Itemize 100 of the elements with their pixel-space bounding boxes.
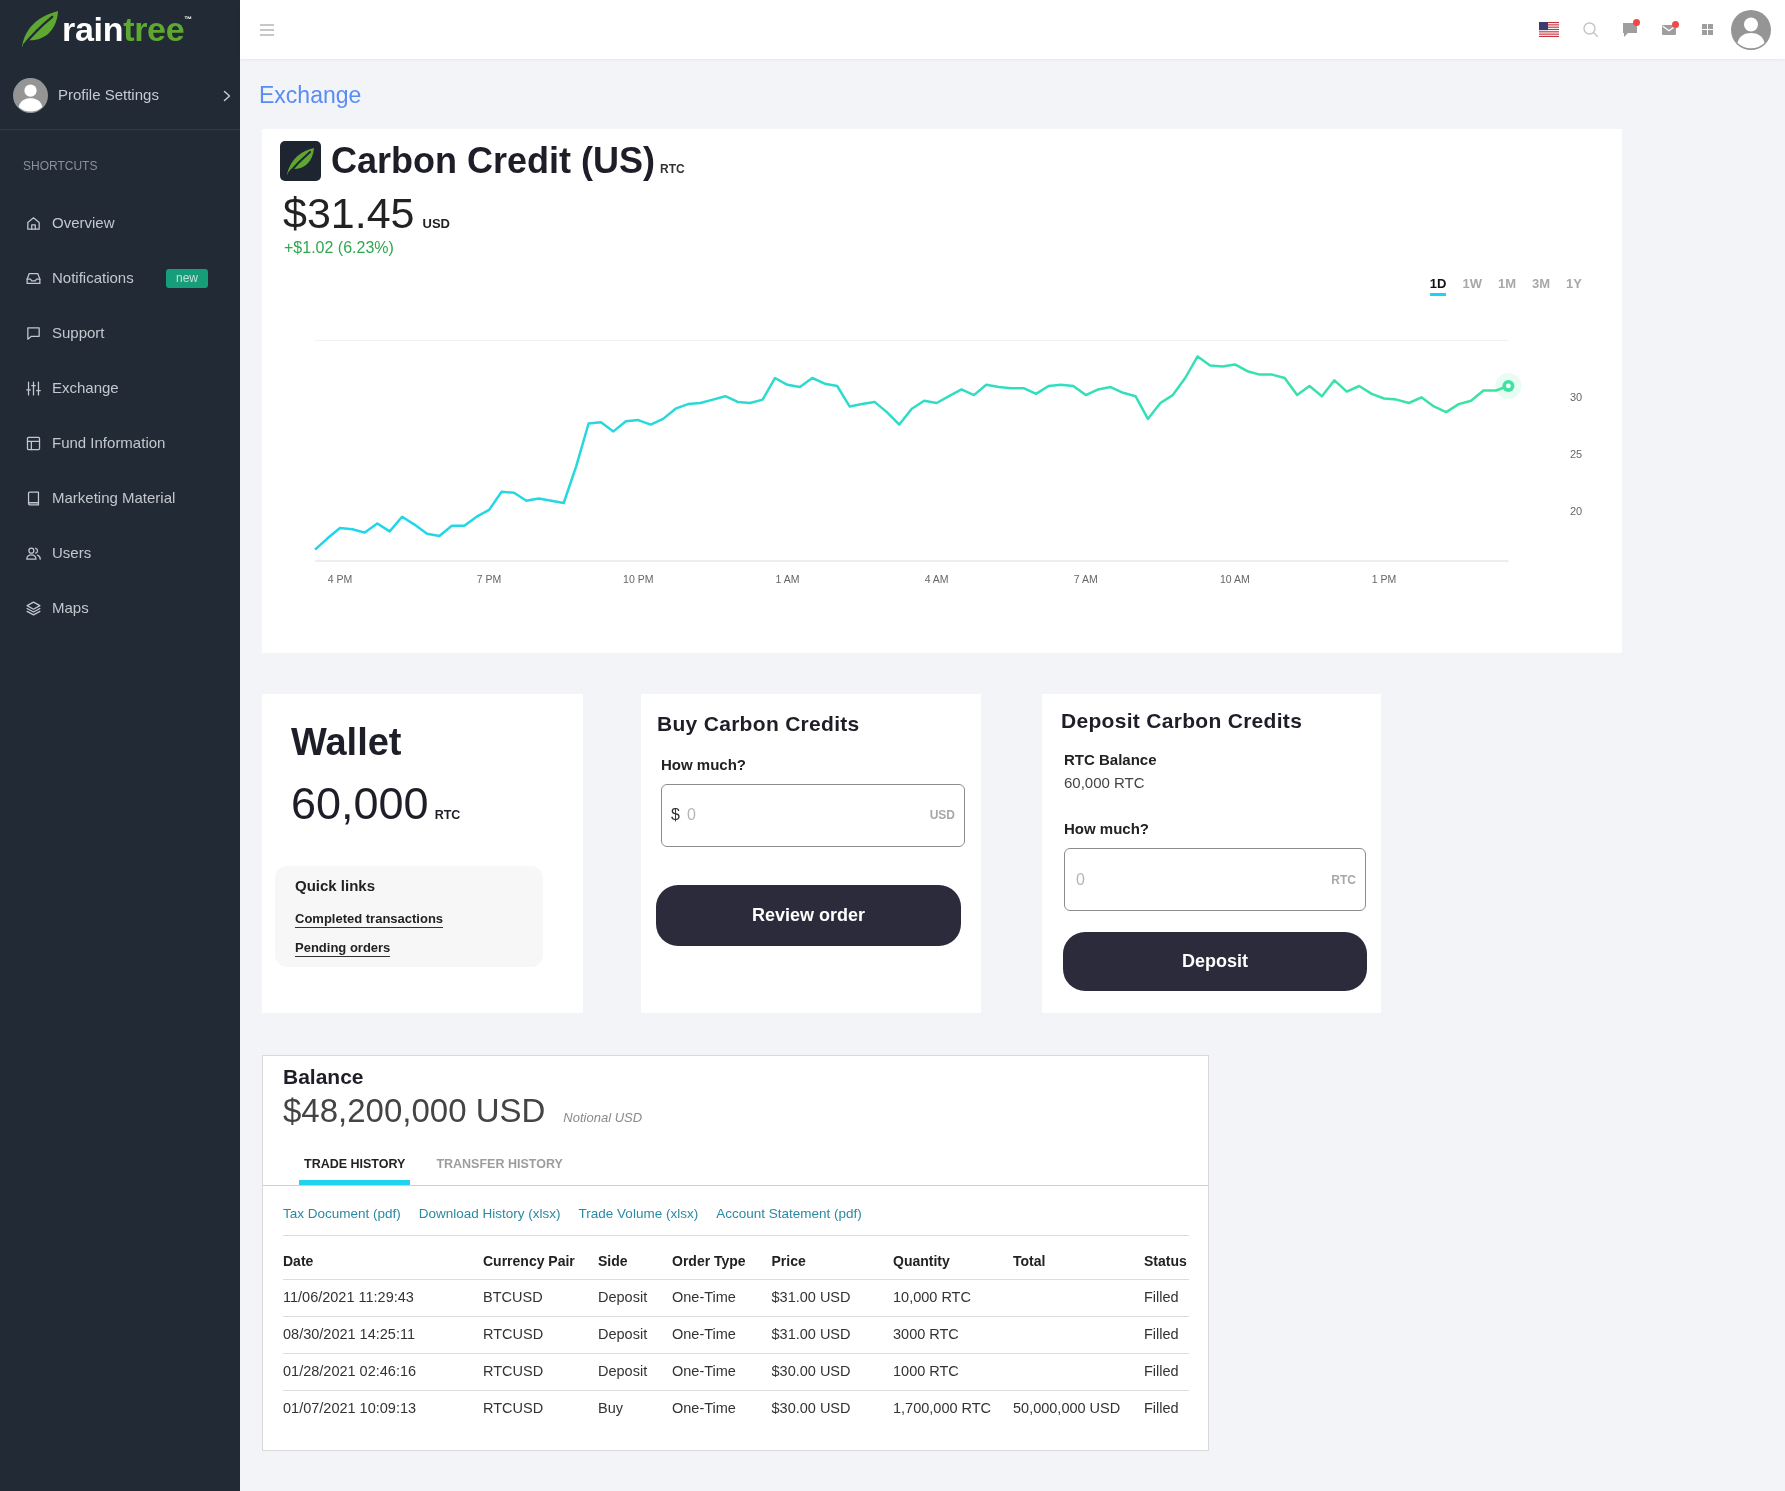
profile-settings-link[interactable]: Profile Settings bbox=[0, 62, 240, 130]
table-cell: One-Time bbox=[672, 1390, 772, 1427]
download-link[interactable]: Download History (xlsx) bbox=[418, 1205, 561, 1222]
history-tab[interactable]: TRADE HISTORY bbox=[299, 1156, 411, 1185]
deposit-title: Deposit Carbon Credits bbox=[1061, 708, 1303, 733]
avatar-icon bbox=[13, 78, 48, 113]
x-axis-label: 4 AM bbox=[924, 572, 949, 585]
sidebar-item[interactable]: Exchange bbox=[0, 361, 240, 416]
x-axis-label: 7 AM bbox=[1073, 572, 1098, 585]
layout-icon bbox=[25, 435, 42, 452]
balance-note: Notional USD bbox=[563, 1108, 643, 1127]
wallet-amount: 60,000 bbox=[291, 778, 429, 829]
table-cell: RTCUSD bbox=[483, 1316, 598, 1353]
x-axis-label: 10 AM bbox=[1220, 572, 1250, 585]
table-cell: 01/28/2021 02:46:16 bbox=[283, 1353, 483, 1390]
download-link[interactable]: Trade Volume (xlsx) bbox=[578, 1205, 699, 1222]
table-cell: One-Time bbox=[672, 1279, 772, 1316]
sidebar-item[interactable]: Fund Information bbox=[0, 416, 240, 471]
asset-symbol: RTC bbox=[660, 161, 685, 178]
leaf-logo-icon bbox=[280, 141, 321, 181]
avatar-icon[interactable] bbox=[1731, 9, 1771, 50]
x-axis-label: 4 PM bbox=[327, 572, 353, 585]
column-header: Order Type bbox=[672, 1235, 772, 1279]
book-icon bbox=[25, 490, 42, 507]
table-cell: Deposit bbox=[598, 1279, 672, 1316]
table-cell: BTCUSD bbox=[483, 1279, 598, 1316]
status-badge: new bbox=[166, 269, 208, 288]
balance-amount: $48,200,000 USD bbox=[283, 1092, 546, 1129]
unit-label: USD bbox=[929, 808, 955, 822]
chat-icon[interactable] bbox=[1623, 22, 1637, 37]
balance-label: RTC Balance bbox=[1064, 751, 1157, 769]
balance-value: 60,000 RTC bbox=[1064, 774, 1145, 792]
table-cell: $30.00 USD bbox=[771, 1353, 893, 1390]
table-cell: Filled bbox=[1144, 1279, 1189, 1316]
table-cell: $30.00 USD bbox=[771, 1390, 893, 1427]
wallet-title: Wallet bbox=[291, 719, 402, 764]
unit-label: RTC bbox=[1331, 872, 1356, 887]
x-axis-label: 10 PM bbox=[623, 572, 654, 585]
amount-label: How much? bbox=[661, 756, 746, 774]
asset-name: Carbon Credit (US) bbox=[331, 143, 655, 179]
quick-link[interactable]: Completed transactions bbox=[295, 910, 444, 928]
wallet-unit: RTC bbox=[434, 806, 461, 824]
flag-icon[interactable] bbox=[1539, 22, 1559, 37]
column-header: Quantity bbox=[893, 1235, 1013, 1279]
column-header: Side bbox=[598, 1235, 672, 1279]
price-change: +$1.02 (6.23%) bbox=[283, 238, 394, 258]
table-cell: 01/07/2021 10:09:13 bbox=[283, 1390, 483, 1427]
home-icon bbox=[25, 215, 42, 232]
mail-icon[interactable] bbox=[1662, 24, 1676, 35]
sidebar-item[interactable]: Marketing Material bbox=[0, 471, 240, 526]
table-cell: 3000 RTC bbox=[893, 1316, 1013, 1353]
last-point-marker bbox=[1495, 372, 1522, 399]
grid-icon[interactable] bbox=[1702, 24, 1713, 35]
sidebar-item[interactable]: Users bbox=[0, 526, 240, 581]
x-axis-label: 1 PM bbox=[1371, 572, 1397, 585]
download-link[interactable]: Account Statement (pdf) bbox=[716, 1205, 862, 1222]
column-header: Total bbox=[1013, 1235, 1144, 1279]
download-link[interactable]: Tax Document (pdf) bbox=[283, 1205, 401, 1222]
table-cell: $31.00 USD bbox=[771, 1279, 893, 1316]
period-tab[interactable]: 1D bbox=[1429, 276, 1447, 296]
table-cell: RTCUSD bbox=[483, 1390, 598, 1427]
sidebar-item[interactable]: Support bbox=[0, 306, 240, 361]
sliders-icon bbox=[25, 380, 42, 397]
page-title: Exchange bbox=[259, 81, 362, 109]
price-unit: USD bbox=[422, 215, 450, 233]
column-header: Currency Pair bbox=[483, 1235, 598, 1279]
table-cell: Buy bbox=[598, 1390, 672, 1427]
buy-title: Buy Carbon Credits bbox=[657, 711, 860, 736]
column-header: Status bbox=[1144, 1235, 1189, 1279]
chevron-right-icon bbox=[223, 89, 231, 102]
quick-link[interactable]: Pending orders bbox=[295, 940, 391, 957]
brand-logo-text: raintree™ bbox=[62, 12, 193, 46]
table-cell: Filled bbox=[1144, 1390, 1189, 1427]
table-cell: 1000 RTC bbox=[893, 1353, 1013, 1390]
table-cell: Deposit bbox=[598, 1316, 672, 1353]
table-cell: Filled bbox=[1144, 1316, 1189, 1353]
sidebar-item[interactable]: Notifications new bbox=[0, 251, 240, 306]
x-axis-label: 7 PM bbox=[476, 572, 502, 585]
section-label: SHORTCUTS bbox=[23, 159, 98, 173]
deposit-button[interactable]: Deposit bbox=[1063, 932, 1367, 992]
table-cell: RTCUSD bbox=[483, 1353, 598, 1390]
amount-label: How much? bbox=[1064, 820, 1149, 838]
layers-icon bbox=[25, 600, 42, 617]
inbox-icon bbox=[25, 270, 42, 287]
table-cell: 08/30/2021 14:25:11 bbox=[283, 1316, 483, 1353]
y-axis-label: 25 bbox=[1570, 447, 1583, 460]
column-header: Date bbox=[283, 1235, 483, 1279]
currency-symbol: $ bbox=[671, 806, 680, 824]
table-cell: 50,000,000 USD bbox=[1013, 1390, 1144, 1427]
menu-icon[interactable] bbox=[260, 23, 274, 36]
table-cell: 1,700,000 RTC bbox=[893, 1390, 1013, 1427]
x-axis-label: 1 AM bbox=[775, 572, 800, 585]
sidebar-item[interactable]: Maps bbox=[0, 581, 240, 636]
review-order-button[interactable]: Review order bbox=[656, 884, 961, 946]
table-cell: 10,000 RTC bbox=[893, 1279, 1013, 1316]
table-cell: 11/06/2021 11:29:43 bbox=[283, 1279, 483, 1316]
sidebar-item[interactable]: Overview bbox=[0, 196, 240, 251]
users-icon bbox=[25, 545, 42, 562]
balance-title: Balance bbox=[283, 1063, 364, 1089]
search-icon[interactable] bbox=[1583, 22, 1598, 37]
